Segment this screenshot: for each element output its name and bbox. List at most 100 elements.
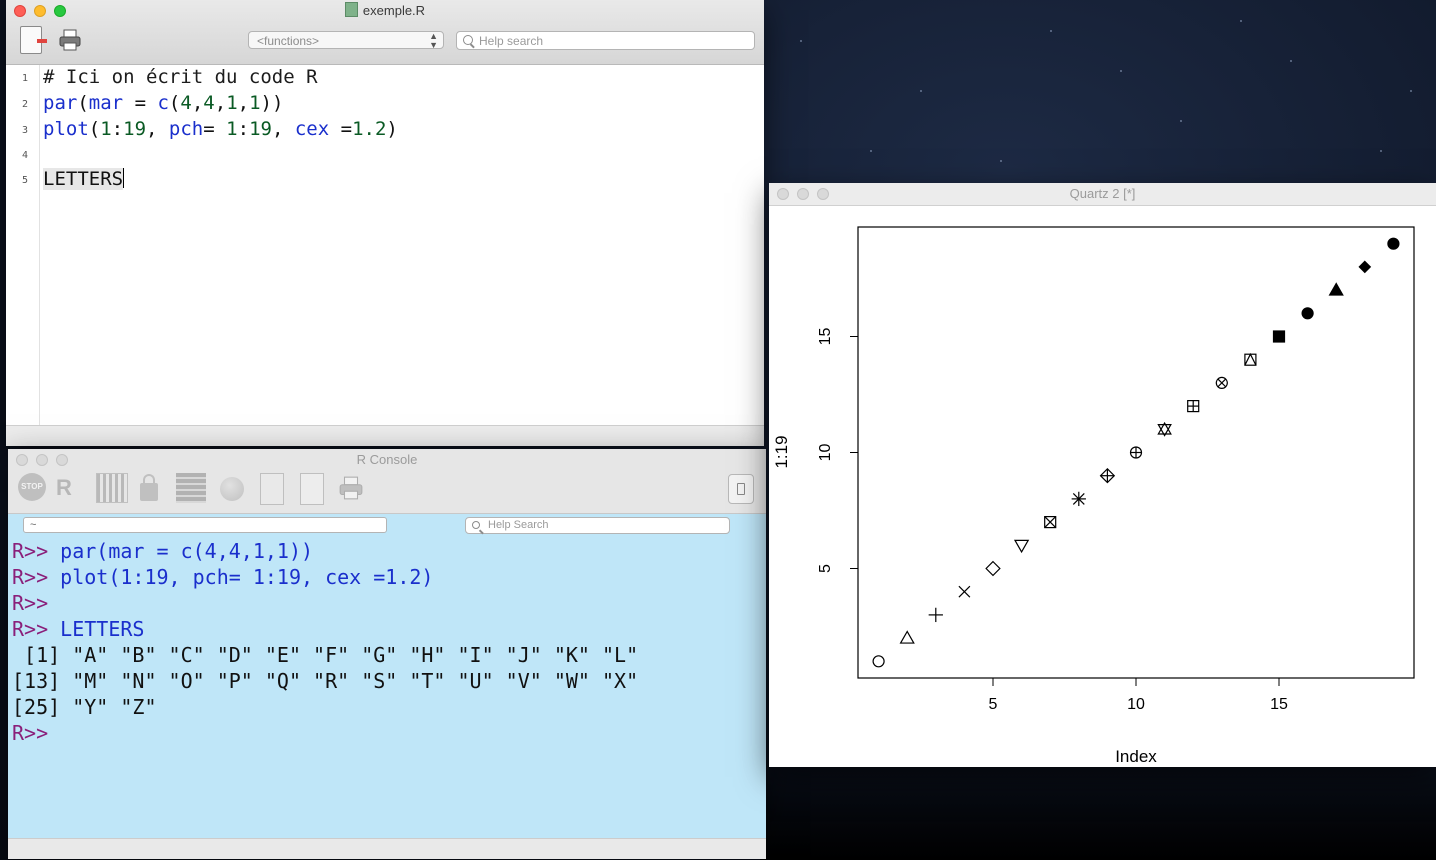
punctuation-token: ( bbox=[88, 118, 101, 140]
punctuation-token bbox=[157, 118, 168, 140]
number-token: 19 bbox=[249, 118, 272, 140]
punctuation-token: , bbox=[237, 92, 250, 114]
minimize-button[interactable] bbox=[797, 188, 809, 200]
number-token: 4 bbox=[180, 92, 192, 114]
line-number: 3 bbox=[21, 125, 28, 136]
help-search-placeholder: Help Search bbox=[488, 519, 549, 531]
print-icon[interactable] bbox=[58, 28, 82, 52]
data-point bbox=[1129, 446, 1143, 459]
number-token: 1 bbox=[226, 92, 238, 114]
punctuation-token: , bbox=[214, 92, 227, 114]
point-diamond bbox=[985, 560, 1001, 577]
close-button[interactable] bbox=[14, 5, 26, 17]
minimize-button[interactable] bbox=[34, 5, 46, 17]
punctuation-token: : bbox=[237, 118, 250, 140]
select-arrows-icon: ▲ ▼ bbox=[429, 31, 438, 50]
selected-text: LETTERS bbox=[43, 168, 124, 190]
data-point bbox=[928, 607, 943, 623]
punctuation-token bbox=[283, 118, 294, 140]
data-point bbox=[872, 655, 885, 668]
editor-title: exemple.R bbox=[362, 3, 426, 18]
data-point bbox=[1013, 539, 1030, 554]
code-line-par[interactable]: par(mar = c(4,4,1,1)) bbox=[43, 92, 283, 114]
line-number: 4 bbox=[21, 150, 28, 161]
code-line-plot[interactable]: plot(1:19, pch= 1:19, cex =1.2) bbox=[43, 118, 398, 140]
punctuation-token: , bbox=[191, 92, 204, 114]
console-toolbar: R Console STOP R ~ Help Search bbox=[8, 449, 766, 534]
data-point bbox=[985, 560, 1001, 577]
identifier-token: mar bbox=[88, 92, 124, 114]
data-point bbox=[1071, 491, 1086, 507]
print-icon[interactable] bbox=[338, 473, 364, 503]
point-square bbox=[1244, 353, 1257, 366]
identifier-token: cex bbox=[294, 118, 330, 140]
data-point bbox=[958, 585, 971, 598]
zoom-button[interactable] bbox=[56, 454, 68, 466]
console-status-bar bbox=[8, 838, 766, 859]
r-logo-icon[interactable]: R bbox=[56, 473, 90, 503]
help-search-input[interactable]: Help search bbox=[456, 31, 755, 50]
source-arrow-icon[interactable] bbox=[260, 473, 284, 505]
line-number-gutter: 1 2 3 4 5 bbox=[6, 65, 40, 425]
r-file-icon bbox=[344, 2, 358, 17]
zoom-button[interactable] bbox=[817, 188, 829, 200]
x-axis-label: Index bbox=[1115, 747, 1157, 766]
quartz-window: Quartz 2 [*] 5 10 15 5 10 15 Index 1:19 bbox=[769, 183, 1436, 767]
quartz-titlebar[interactable]: Quartz 2 [*] bbox=[769, 183, 1436, 206]
console-line: R>> bbox=[12, 591, 48, 615]
close-button[interactable] bbox=[16, 454, 28, 466]
close-button[interactable] bbox=[777, 188, 789, 200]
zoom-button[interactable] bbox=[54, 5, 66, 17]
console-output[interactable]: R>> par(mar = c(4,4,1,1)) R>> plot(1:19,… bbox=[8, 539, 766, 839]
console-prompt: R>> bbox=[12, 539, 49, 563]
source-document-icon[interactable] bbox=[20, 26, 47, 54]
console-prompt: R>> bbox=[12, 721, 49, 745]
sidebar-toggle-icon[interactable] bbox=[728, 474, 754, 504]
functions-select[interactable]: <functions> ▲ ▼ bbox=[248, 31, 444, 50]
editor-status-bar bbox=[6, 425, 764, 446]
search-icon bbox=[472, 521, 480, 529]
window-controls bbox=[777, 188, 829, 200]
editor-titlebar[interactable]: exemple.R bbox=[6, 0, 764, 22]
y-tick-label: 10 bbox=[817, 444, 834, 462]
text-caret bbox=[123, 168, 125, 188]
color-circle-icon[interactable] bbox=[220, 477, 244, 501]
console-output-line: [13] "M" "N" "O" "P" "Q" "R" "S" "T" "U"… bbox=[12, 669, 639, 693]
data-point bbox=[1358, 260, 1372, 274]
code-text: par(mar = c(4,4,1,1)) bbox=[43, 92, 283, 114]
lock-icon[interactable] bbox=[140, 474, 158, 501]
x-tick-label: 15 bbox=[1270, 696, 1288, 713]
console-command: plot(1:19, pch= 1:19, cex =1.2) bbox=[48, 565, 434, 589]
console-line: R>> plot(1:19, pch= 1:19, cex =1.2) bbox=[12, 565, 433, 589]
console-titlebar[interactable]: R Console bbox=[8, 449, 766, 471]
punctuation-token: ) bbox=[272, 92, 284, 114]
new-document-icon[interactable] bbox=[300, 473, 324, 505]
point-circle bbox=[1387, 237, 1400, 250]
minimize-button[interactable] bbox=[36, 454, 48, 466]
search-icon bbox=[463, 35, 473, 45]
desktop-horizon bbox=[760, 760, 1436, 860]
line-number: 2 bbox=[21, 99, 28, 110]
data-point bbox=[1272, 330, 1286, 343]
code-line-letters[interactable]: LETTERS bbox=[43, 168, 125, 190]
number-token: 1 bbox=[226, 118, 238, 140]
identifier-token: par bbox=[43, 92, 78, 114]
stop-icon[interactable]: STOP bbox=[18, 473, 46, 501]
point-square bbox=[1272, 330, 1286, 343]
list-icon[interactable] bbox=[176, 473, 206, 503]
code-line-comment[interactable]: # Ici on écrit du code R bbox=[43, 66, 318, 88]
code-editor[interactable]: 1 2 3 4 5 # Ici on écrit du code R par(m… bbox=[6, 65, 764, 425]
point-triangle bbox=[1013, 539, 1030, 554]
punctuation-token: , bbox=[271, 118, 284, 140]
y-axis-label: 1:19 bbox=[772, 435, 791, 468]
data-point bbox=[1328, 282, 1344, 296]
scatter-plot: 5 10 15 5 10 15 Index 1:19 bbox=[772, 226, 1415, 766]
number-token: 4 bbox=[203, 92, 215, 114]
editor-toolbar: exemple.R <functions> ▲ ▼ Help search bbox=[6, 0, 764, 65]
console-command: par(mar = c(4,4,1,1)) bbox=[48, 539, 314, 563]
number-token: 1.2 bbox=[352, 118, 387, 140]
line-number: 1 bbox=[21, 73, 28, 84]
working-directory-field[interactable]: ~ bbox=[23, 517, 387, 533]
bar-chart-icon[interactable] bbox=[96, 473, 128, 503]
help-search-input[interactable]: Help Search bbox=[465, 517, 730, 534]
